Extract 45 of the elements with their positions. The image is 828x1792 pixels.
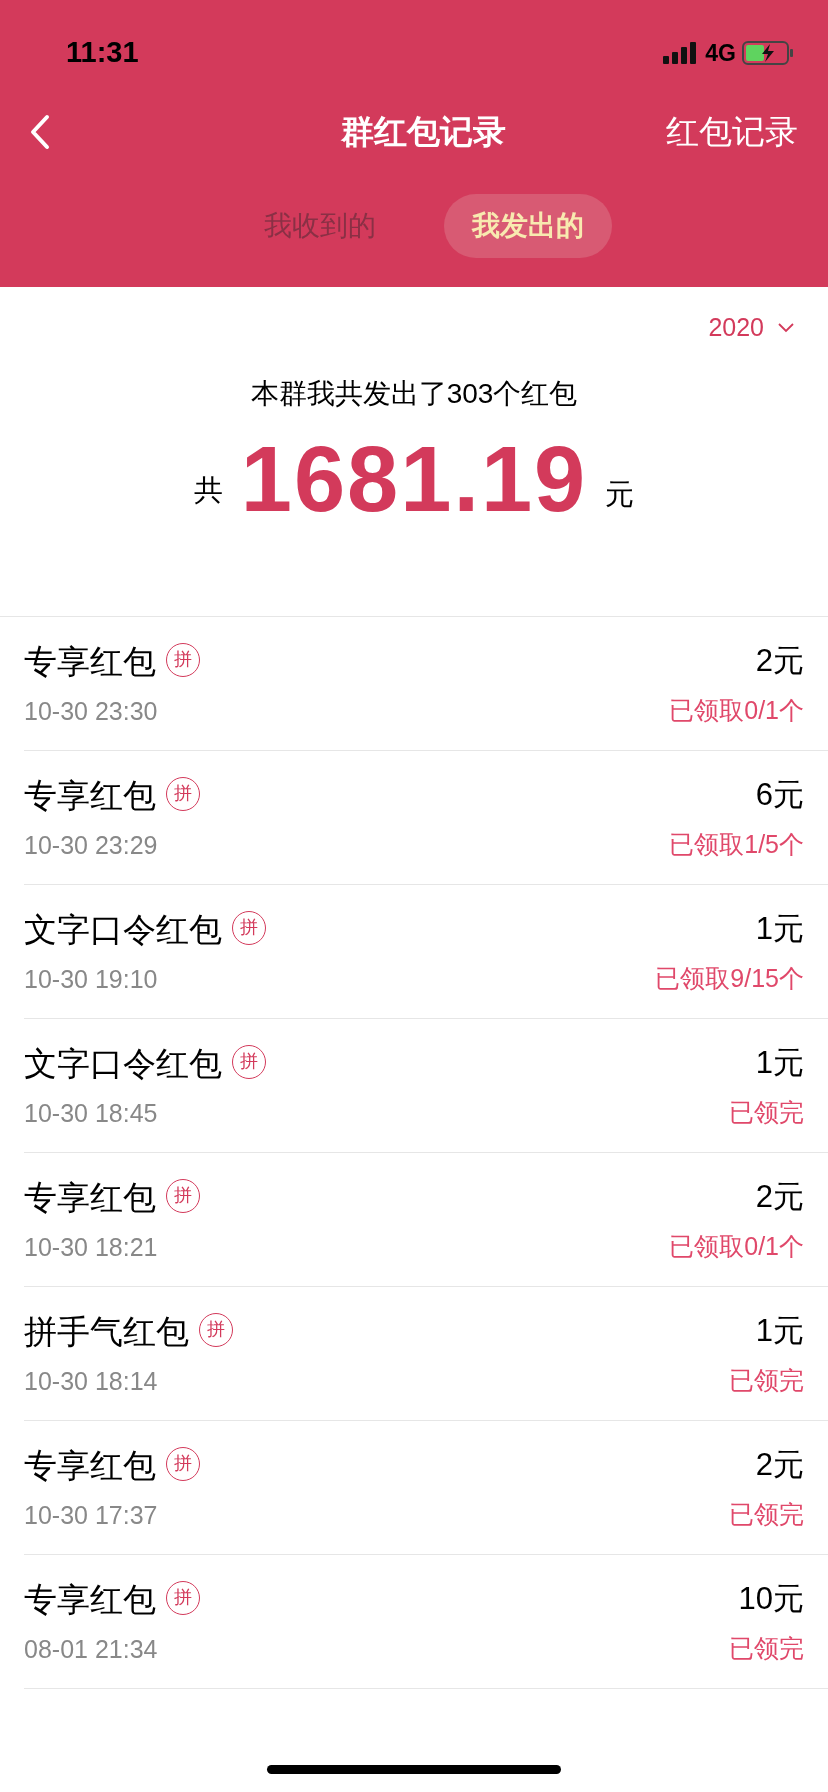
record-time: 10-30 18:21 (24, 1231, 159, 1263)
record-status: 已领取0/1个 (669, 1231, 804, 1262)
record-status: 已领完 (729, 1097, 804, 1128)
page-title: 群红包记录 (340, 112, 506, 153)
record-name: 专享红包 (24, 1178, 156, 1218)
record-status: 已领完 (729, 1365, 804, 1396)
record-name: 拼手气红包 (24, 1312, 189, 1352)
record-name: 文字口令红包 (24, 1044, 222, 1084)
record-time: 10-30 23:30 (24, 695, 159, 727)
year-selector[interactable]: 2020 (708, 309, 794, 347)
network-label: 4G (705, 38, 736, 68)
record-time: 10-30 19:10 (24, 963, 159, 995)
record-name: 专享红包 (24, 642, 156, 682)
record-amount: 10元 (738, 1579, 804, 1618)
record-status: 已领取0/1个 (669, 695, 804, 726)
record-amount: 6元 (755, 775, 804, 814)
record-time: 10-30 18:45 (24, 1097, 159, 1129)
record-amount: 2元 (755, 1445, 804, 1484)
tab[interactable]: 我发出的 (444, 193, 612, 258)
record-status: 已领完 (729, 1633, 804, 1664)
record-name: 专享红包 (24, 776, 156, 816)
record-time: 10-30 18:14 (24, 1365, 159, 1397)
total-unit: 元 (605, 477, 635, 512)
record-amount: 2元 (755, 1177, 804, 1216)
record-status: 已领取9/15个 (655, 963, 804, 994)
records-link[interactable]: 红包记录 (666, 107, 798, 157)
record-status: 已领取1/5个 (669, 829, 804, 860)
record-name: 专享红包 (24, 1580, 156, 1620)
record-amount: 2元 (755, 641, 804, 680)
record-amount: 1元 (755, 909, 804, 948)
record-name: 文字口令红包 (24, 910, 222, 950)
total-amount: 1681.19 (240, 432, 588, 525)
record-amount: 1元 (755, 1311, 804, 1350)
status-time: 11:31 (66, 35, 139, 71)
summary-text: 本群我共发出了303个红包 (250, 376, 578, 411)
total-prefix: 共 (193, 473, 223, 508)
record-time: 10-30 23:29 (24, 829, 159, 861)
record-time: 08-01 21:34 (24, 1633, 159, 1665)
record-name: 专享红包 (24, 1446, 156, 1486)
badge: 拼 (166, 1178, 200, 1213)
record-amount: 1元 (755, 1043, 804, 1082)
record-status: 已领完 (729, 1499, 804, 1530)
battery-charging-icon (742, 41, 794, 65)
record-time: 10-30 17:37 (24, 1499, 159, 1531)
chevron-down-icon (778, 322, 794, 333)
